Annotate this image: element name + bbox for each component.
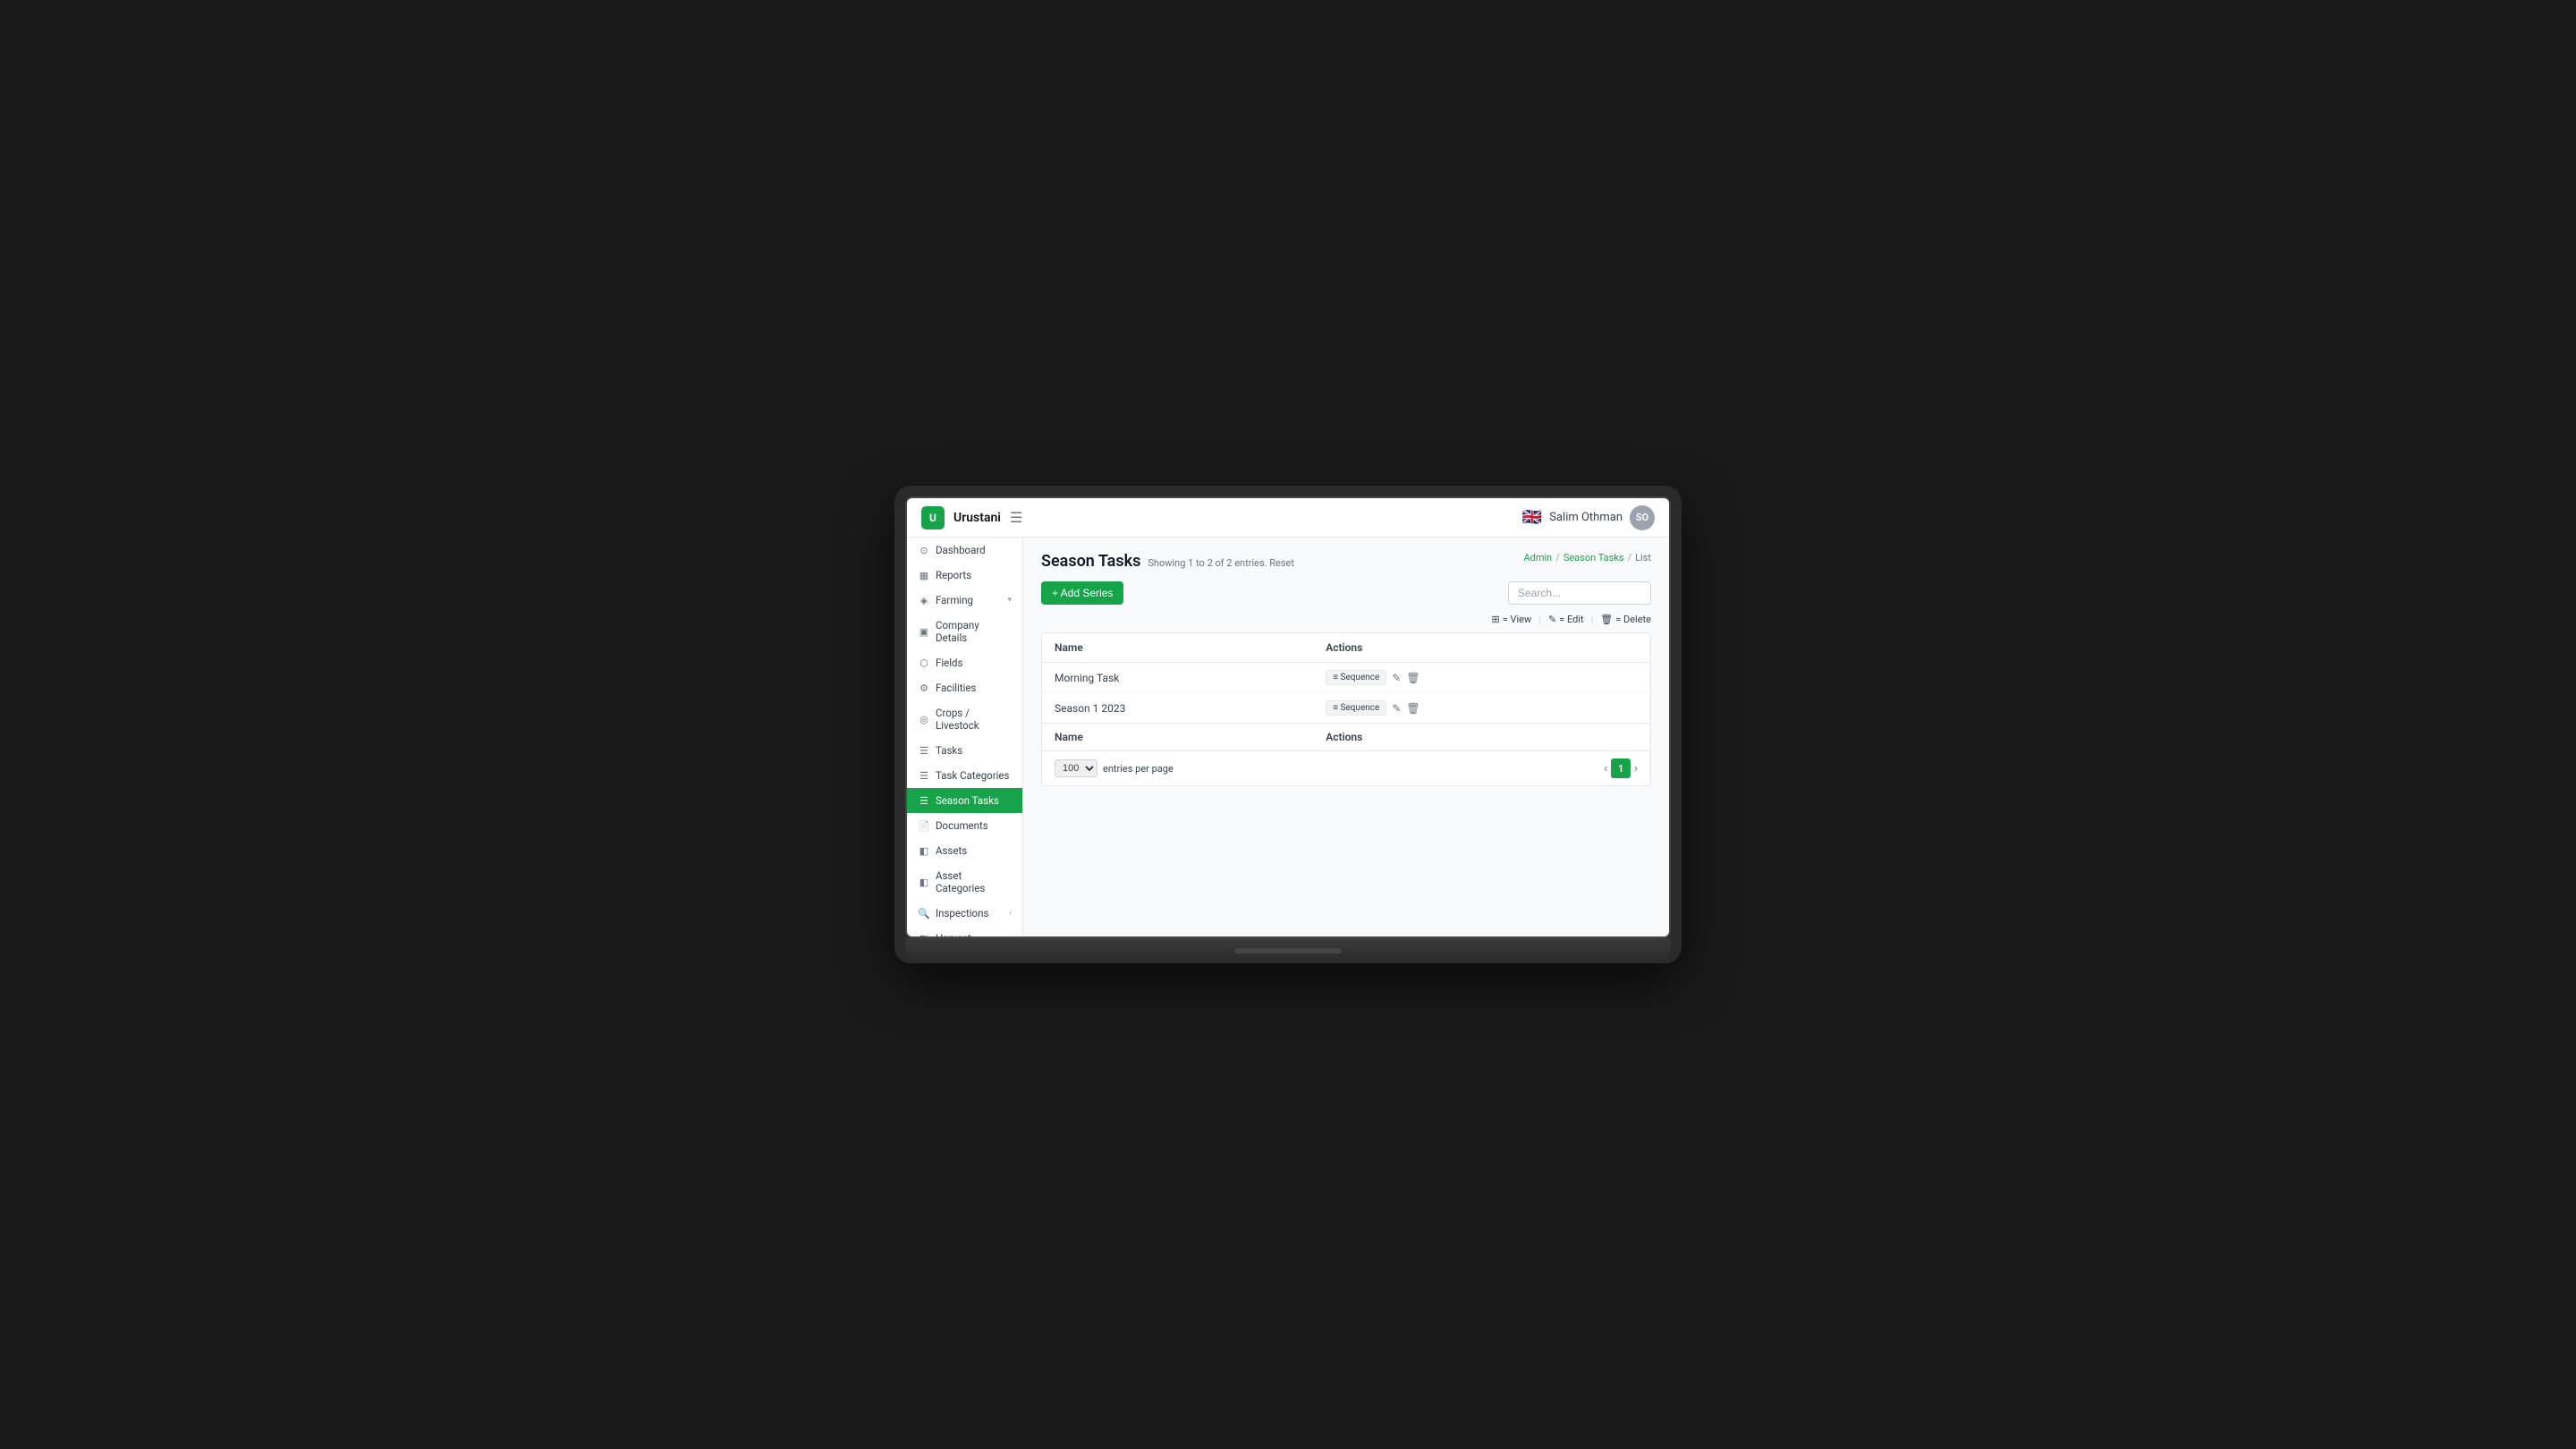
- page-title: Season Tasks: [1041, 552, 1140, 571]
- footer-col-actions: Actions: [1313, 724, 1650, 751]
- user-name: Salim Othman: [1549, 511, 1623, 524]
- sidebar-item-label: Company Details: [936, 619, 1012, 644]
- sidebar-item-harvest[interactable]: ◧ Harvest ‹: [907, 926, 1022, 936]
- breadcrumb-list: List: [1635, 552, 1651, 564]
- hamburger-icon[interactable]: ☰: [1010, 509, 1022, 526]
- app-logo: U: [921, 506, 945, 530]
- col-header-name: Name: [1042, 633, 1313, 663]
- edit-action[interactable]: ✎ = Edit: [1548, 614, 1584, 625]
- page-subtitle: Showing 1 to 2 of 2 entries. Reset: [1148, 557, 1294, 569]
- chevron-right-icon: ‹: [1009, 909, 1012, 918]
- sidebar-item-reports[interactable]: ▦ Reports: [907, 563, 1022, 588]
- sidebar-item-label: Facilities: [936, 682, 1012, 694]
- sidebar-item-assets[interactable]: ◧ Assets: [907, 838, 1022, 863]
- language-flag[interactable]: 🇬🇧: [1522, 508, 1542, 527]
- data-table: Name Actions Morning Task ≡ Sequence: [1041, 632, 1651, 786]
- sidebar-item-crops-livestock[interactable]: ◎ Crops / Livestock: [907, 700, 1022, 738]
- facilities-icon: ⚙: [918, 682, 930, 694]
- task-cat-icon: ☰: [918, 770, 930, 782]
- sidebar-item-farming[interactable]: ◈ Farming ▾: [907, 588, 1022, 613]
- main-content: Season Tasks Showing 1 to 2 of 2 entries…: [1023, 538, 1669, 936]
- row-actions: ≡ Sequence ✎ 🗑: [1313, 693, 1650, 724]
- edit-row-button[interactable]: ✎: [1392, 672, 1401, 684]
- breadcrumb-admin[interactable]: Admin: [1523, 552, 1552, 564]
- table-footer-controls: 100 50 25 entries per page ‹: [1042, 751, 1650, 786]
- sidebar-item-label: Harvest: [936, 932, 1004, 936]
- next-page-button[interactable]: ›: [1634, 762, 1638, 775]
- search-input[interactable]: [1508, 581, 1651, 605]
- sidebar-item-label: Assets: [936, 844, 1012, 857]
- view-action[interactable]: ⊞ = View: [1492, 614, 1532, 625]
- sequence-badge[interactable]: ≡ Sequence: [1326, 670, 1386, 685]
- add-series-button[interactable]: + Add Series: [1041, 581, 1123, 605]
- breadcrumb: Admin / Season Tasks / List: [1523, 552, 1651, 564]
- sidebar-item-tasks[interactable]: ☰ Tasks: [907, 738, 1022, 763]
- fields-icon: ⬡: [918, 657, 930, 669]
- dashboard-icon: ⊙: [918, 545, 930, 556]
- breadcrumb-sep: /: [1555, 552, 1560, 564]
- pagination: ‹ 1 ›: [1604, 758, 1638, 778]
- reports-icon: ▦: [918, 570, 930, 581]
- table-row: Season 1 2023 ≡ Sequence ✎ 🗑: [1042, 693, 1650, 724]
- sidebar-item-dashboard[interactable]: ⊙ Dashboard: [907, 538, 1022, 563]
- user-avatar[interactable]: SO: [1630, 505, 1655, 530]
- sidebar-item-task-categories[interactable]: ☰ Task Categories: [907, 763, 1022, 788]
- sidebar-item-label: Farming: [936, 594, 1002, 606]
- row-name: Season 1 2023: [1042, 693, 1313, 724]
- chevron-down-icon: ▾: [1007, 596, 1012, 605]
- edit-icon: ✎: [1548, 614, 1556, 625]
- view-icon: ⊞: [1492, 614, 1500, 625]
- table-row: Morning Task ≡ Sequence ✎ 🗑: [1042, 663, 1650, 693]
- entries-label: entries per page: [1103, 763, 1174, 775]
- sidebar-item-label: Reports: [936, 569, 1012, 581]
- sidebar-item-documents[interactable]: 📄 Documents: [907, 813, 1022, 838]
- sidebar-item-inspections[interactable]: 🔍 Inspections ‹: [907, 901, 1022, 926]
- sidebar-item-season-tasks[interactable]: ☰ Season Tasks: [907, 788, 1022, 813]
- sidebar-item-label: Inspections: [936, 907, 1004, 919]
- entries-per-page-select[interactable]: 100 50 25: [1055, 759, 1097, 777]
- chevron-right-icon: ‹: [1009, 934, 1012, 936]
- delete-row-button[interactable]: 🗑: [1406, 702, 1419, 715]
- company-icon: ▣: [918, 626, 930, 638]
- asset-cat-icon: ◧: [918, 877, 930, 888]
- sidebar-item-label: Task Categories: [936, 769, 1012, 782]
- breadcrumb-sep: /: [1628, 552, 1632, 564]
- row-actions: ≡ Sequence ✎ 🗑: [1313, 663, 1650, 693]
- delete-row-button[interactable]: 🗑: [1406, 672, 1419, 684]
- season-tasks-icon: ☰: [918, 795, 930, 807]
- documents-icon: 📄: [918, 820, 930, 832]
- sidebar-item-label: Tasks: [936, 744, 1012, 757]
- sidebar-item-fields[interactable]: ⬡ Fields: [907, 650, 1022, 675]
- inspections-icon: 🔍: [918, 908, 930, 919]
- sidebar-item-label: Fields: [936, 657, 1012, 669]
- sidebar-item-facilities[interactable]: ⚙ Facilities: [907, 675, 1022, 700]
- sidebar-item-company-details[interactable]: ▣ Company Details: [907, 613, 1022, 650]
- sidebar-item-label: Season Tasks: [936, 794, 1012, 807]
- farming-icon: ◈: [918, 595, 930, 606]
- row-name: Morning Task: [1042, 663, 1313, 693]
- sidebar: ⊙ Dashboard ▦ Reports ◈ Farming ▾ ▣ Co: [907, 538, 1023, 936]
- sidebar-item-label: Asset Categories: [936, 869, 1012, 894]
- assets-icon: ◧: [918, 845, 930, 857]
- sequence-badge[interactable]: ≡ Sequence: [1326, 700, 1386, 716]
- col-header-actions: Actions: [1313, 633, 1650, 663]
- harvest-icon: ◧: [918, 933, 930, 937]
- app-name: Urustani: [953, 511, 1001, 525]
- crops-icon: ◎: [918, 714, 930, 725]
- sidebar-item-label: Crops / Livestock: [936, 707, 1012, 732]
- footer-col-name: Name: [1042, 724, 1313, 751]
- sidebar-item-label: Dashboard: [936, 544, 1012, 556]
- sidebar-item-label: Documents: [936, 819, 1012, 832]
- current-page[interactable]: 1: [1611, 758, 1631, 778]
- delete-action[interactable]: 🗑 = Delete: [1600, 614, 1651, 625]
- edit-row-button[interactable]: ✎: [1392, 702, 1401, 715]
- tasks-icon: ☰: [918, 745, 930, 757]
- delete-icon: 🗑: [1600, 614, 1613, 625]
- breadcrumb-season-tasks[interactable]: Season Tasks: [1563, 552, 1624, 564]
- prev-page-button[interactable]: ‹: [1604, 762, 1607, 775]
- sidebar-item-asset-categories[interactable]: ◧ Asset Categories: [907, 863, 1022, 901]
- table-footer-header: Name Actions: [1042, 724, 1650, 751]
